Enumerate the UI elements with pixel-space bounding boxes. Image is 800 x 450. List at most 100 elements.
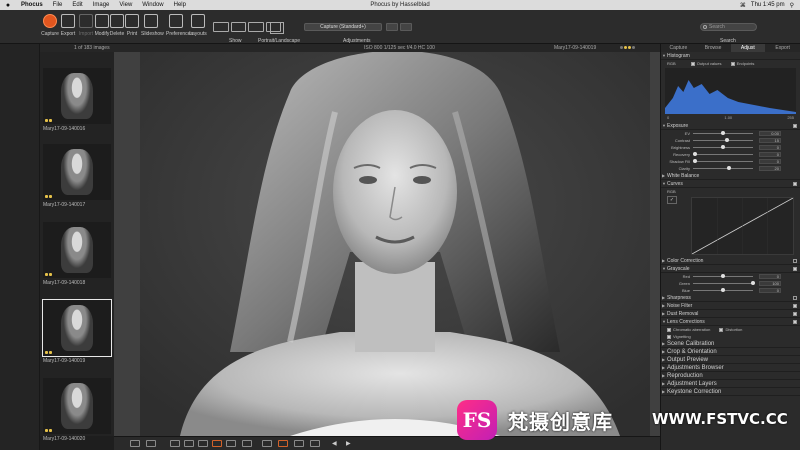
next-image-icon[interactable]: ▶ — [346, 440, 351, 447]
slider-track[interactable] — [693, 138, 753, 142]
noise-filter-header[interactable]: ▶ Noise Filter — [661, 302, 800, 310]
vignetting-option[interactable]: Vignetting — [661, 333, 800, 340]
section-adjustment-layers[interactable]: ▶ Adjustment Layers — [661, 380, 800, 388]
histogram-header[interactable]: ▼ Histogram — [661, 52, 800, 60]
slider-track[interactable] — [693, 159, 753, 163]
slider-track[interactable] — [693, 152, 753, 156]
search-input[interactable]: Search — [700, 23, 757, 31]
slider-track[interactable] — [693, 281, 755, 285]
sharpness-header[interactable]: ▶ Sharpness — [661, 294, 800, 302]
slider-value-field[interactable]: 0 — [759, 159, 781, 164]
slider-value-field[interactable]: 0 — [759, 152, 781, 157]
section-crop-orientation[interactable]: ▶ Crop & Orientation — [661, 348, 800, 356]
slider-value-field[interactable]: 0 — [759, 145, 781, 150]
dust-removal-enable-checkbox[interactable] — [793, 312, 797, 316]
slider-knob[interactable] — [727, 166, 731, 170]
thumbnail-item[interactable]: Mary17-09-140017 — [43, 144, 111, 208]
eyedropper-icon[interactable] — [198, 440, 208, 447]
output-values-option[interactable]: Output values — [690, 61, 721, 66]
slider-value-field[interactable]: 100 — [759, 281, 781, 286]
menu-edit[interactable]: Edit — [67, 2, 87, 8]
straighten-icon[interactable] — [184, 440, 194, 447]
slider-knob[interactable] — [693, 152, 698, 156]
slider-value-field[interactable]: 15 — [759, 138, 781, 143]
slider-track[interactable] — [693, 145, 753, 149]
slider-value-field[interactable]: 0.00 — [759, 131, 781, 136]
export-button[interactable]: Export — [58, 14, 78, 37]
slider-track[interactable] — [693, 274, 753, 278]
paste-adjustments-icon[interactable] — [400, 23, 412, 31]
zoom-icon[interactable] — [242, 440, 252, 447]
crop-icon[interactable] — [170, 440, 180, 447]
curves-mode[interactable]: RGB — [661, 188, 800, 195]
clock[interactable]: Thu 1:45 pm — [751, 2, 785, 8]
histogram-scale-gamma[interactable]: 1.00 — [724, 115, 732, 122]
menu-file[interactable]: File — [48, 2, 68, 8]
view-single-icon[interactable] — [248, 22, 264, 32]
menu-view[interactable]: View — [114, 2, 137, 8]
hand-icon[interactable] — [226, 440, 236, 447]
portrait-landscape-icon[interactable] — [270, 22, 284, 34]
layouts-button[interactable]: Layouts — [188, 14, 208, 37]
focus-mask-icon[interactable] — [310, 440, 320, 447]
view-thumbnails-icon[interactable] — [213, 22, 229, 32]
slider-knob[interactable] — [721, 131, 725, 135]
view-list-icon[interactable] — [230, 22, 246, 32]
section-output-preview[interactable]: ▶ Output Preview — [661, 356, 800, 364]
rating-dots[interactable] — [620, 46, 635, 49]
slider-value-field[interactable]: 0 — [759, 288, 781, 293]
chromatic-aberration-option[interactable]: Chromatic aberration — [667, 327, 710, 332]
slider-knob[interactable] — [724, 138, 729, 142]
menu-image[interactable]: Image — [88, 2, 115, 8]
slider-knob[interactable] — [751, 281, 755, 285]
loupe-icon[interactable] — [212, 440, 222, 447]
compare-icon[interactable] — [262, 440, 272, 447]
wifi-icon[interactable]: ⌘ — [740, 2, 746, 9]
slider-track[interactable] — [693, 166, 753, 170]
tab-adjust[interactable]: Adjust — [730, 44, 766, 52]
spotlight-icon[interactable]: ⚲ — [790, 2, 794, 9]
distortion-option[interactable]: Distortion — [719, 327, 742, 332]
eyedropper-icon[interactable]: ✓ — [667, 196, 677, 204]
menu-phocus[interactable]: Phocus — [16, 2, 48, 8]
view-dual-icon[interactable] — [146, 440, 156, 447]
curves-header[interactable]: ▼ Curves — [661, 180, 800, 188]
menu-window[interactable]: Window — [137, 2, 168, 8]
white-balance-header[interactable]: ▶ White Balance — [661, 172, 800, 180]
slider-knob[interactable] — [721, 288, 725, 292]
previous-image-icon[interactable]: ◀ — [332, 440, 337, 447]
thumbnail-item[interactable]: Mary17-09-140018 — [43, 222, 111, 286]
noise-filter-enable-checkbox[interactable] — [793, 304, 797, 308]
curves-enable-checkbox[interactable] — [793, 182, 797, 186]
preferences-button[interactable]: Preferences — [166, 14, 193, 37]
grayscale-header[interactable]: ▼ Grayscale — [661, 265, 800, 273]
tab-capture[interactable]: Capture — [661, 44, 696, 52]
grid-icon[interactable] — [294, 440, 304, 447]
exposure-enable-checkbox[interactable] — [793, 124, 797, 128]
view-single-icon[interactable] — [130, 440, 140, 447]
slider-track[interactable] — [693, 131, 753, 135]
slider-value-field[interactable]: 0 — [759, 274, 781, 279]
endpoints-option[interactable]: Endpoints — [730, 61, 754, 66]
color-correction-header[interactable]: ▶ Color Correction — [661, 257, 800, 265]
histogram-scale-min[interactable]: 0 — [667, 115, 669, 122]
sharpness-enable-checkbox[interactable] — [793, 296, 797, 300]
thumbnail-item[interactable]: Mary17-09-140016 — [43, 68, 111, 132]
slideshow-button[interactable]: Slideshow — [141, 14, 164, 37]
thumbnail-item-selected[interactable]: Mary17-09-140019 — [42, 299, 112, 364]
exposure-header[interactable]: ▼ Exposure — [661, 122, 800, 130]
tab-export[interactable]: Export — [765, 44, 800, 52]
color-correction-enable-checkbox[interactable] — [793, 259, 797, 263]
section-adjustments-browser[interactable]: ▶ Adjustments Browser — [661, 364, 800, 372]
lens-corrections-enable-checkbox[interactable] — [793, 320, 797, 324]
section-reproduction[interactable]: ▶ Reproduction — [661, 372, 800, 380]
copy-adjustments-icon[interactable] — [386, 23, 398, 31]
histogram-mode[interactable]: RGB — [667, 61, 676, 66]
histogram-scale-max[interactable]: 255 — [787, 115, 794, 122]
dust-removal-header[interactable]: ▶ Dust Removal — [661, 310, 800, 318]
grayscale-enable-checkbox[interactable] — [793, 267, 797, 271]
section-scene-calibration[interactable]: ▶ Scene Calibration — [661, 340, 800, 348]
menu-help[interactable]: Help — [169, 2, 191, 8]
thumbnail-item[interactable]: Mary17-09-140020 — [43, 378, 111, 442]
slider-knob[interactable] — [721, 274, 725, 278]
